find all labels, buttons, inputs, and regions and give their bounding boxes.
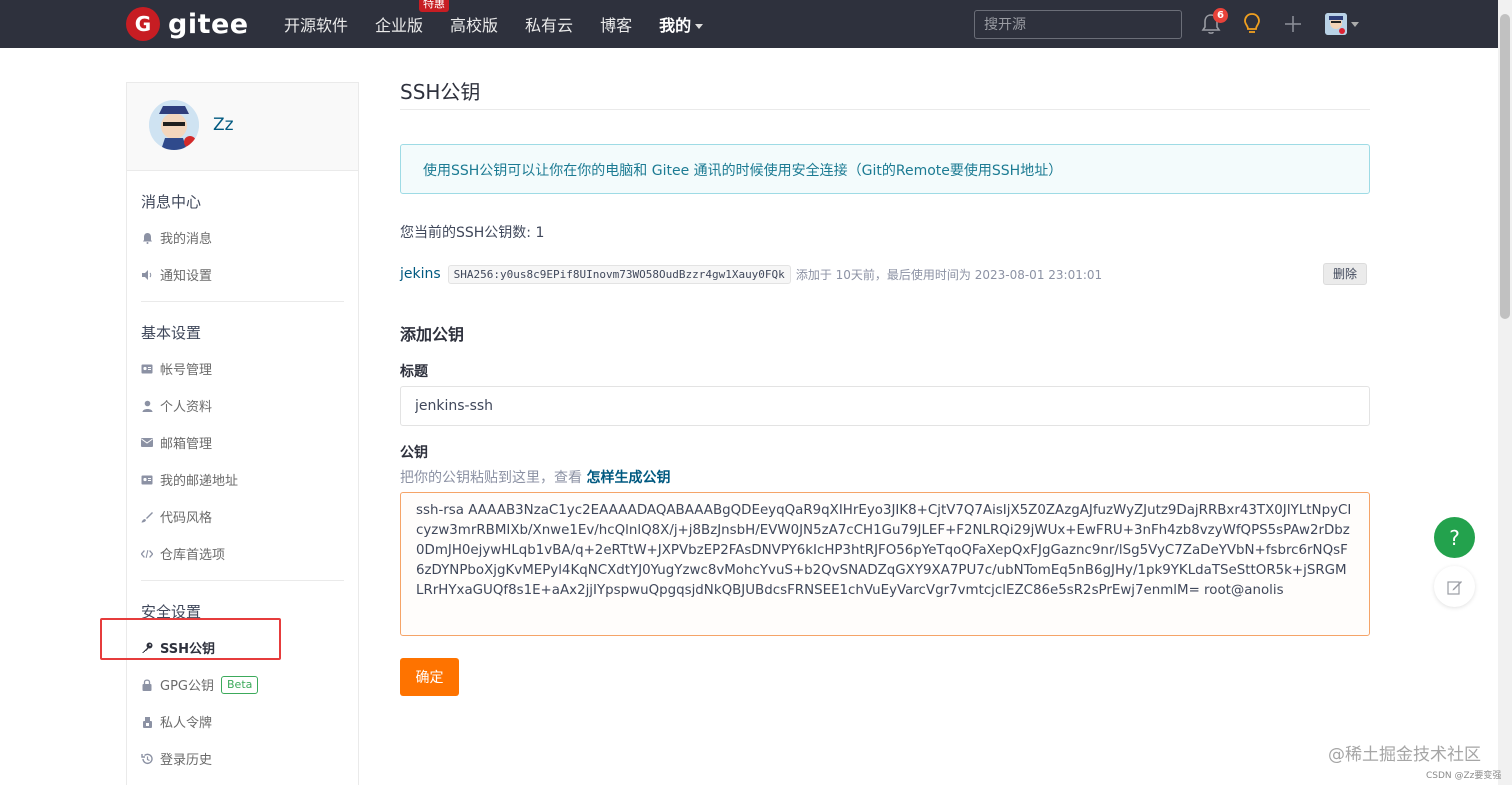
ssh-key-count: 您当前的SSH公钥数: 1 [400, 225, 545, 241]
watermark: @稀土掘金技术社区 [1328, 745, 1481, 765]
sidebar-item-gpg-keys[interactable]: GPG公钥 Beta [141, 666, 344, 703]
ssh-key-fingerprint: SHA256:y0us8c9EPif8UInovm73WO58OudBzzr4g… [447, 264, 791, 284]
token-icon [141, 716, 153, 728]
page-scrollbar[interactable] [1498, 0, 1512, 785]
ssh-key-meta: 添加于 10天前，最后使用时间为 2023-08-01 23:01:01 [795, 267, 1103, 282]
nav-education[interactable]: 高校版 [450, 12, 498, 36]
sidebar-item-repo-preferences[interactable]: 仓库首选项 [141, 535, 344, 572]
sidebar-item-label: 仓库首选项 [160, 548, 226, 563]
sidebar-item-code-style[interactable]: 代码风格 [141, 498, 344, 535]
nav-enterprise-label: 企业版 [375, 16, 424, 35]
sidebar-group-basic: 基本设置 帐号管理 个人资料 邮箱管理 我的邮递地址 代码风格 仓库首选项 [127, 302, 358, 581]
how-to-generate-link[interactable]: 怎样生成公钥 [586, 470, 670, 486]
public-key-textarea[interactable]: ssh-rsa AAAAB3NzaC1yc2EAAAADAQABAAABgQDE… [400, 492, 1370, 636]
sidebar-item-account[interactable]: 帐号管理 [141, 350, 344, 387]
nav-mine-label: 我的 [659, 16, 692, 35]
sidebar-item-label: 私人令牌 [160, 716, 213, 731]
gitee-logo-icon: G [126, 7, 160, 41]
nav-blog[interactable]: 博客 [600, 12, 632, 36]
avatar[interactable] [149, 100, 199, 150]
sidebar-item-label: 个人资料 [160, 400, 213, 415]
sidebar-group-title: 消息中心 [141, 193, 202, 211]
ssh-key-row: jekins SHA256:y0us8c9EPif8UInovm73WO58Ou… [400, 263, 1370, 285]
sidebar-group-messages: 消息中心 我的消息 通知设置 [127, 171, 358, 302]
ssh-key-name[interactable]: jekins [400, 266, 441, 282]
page-title: SSH公钥 [400, 76, 1370, 110]
main-nav: 开源软件 企业版 特惠 高校版 私有云 博客 我的 [284, 0, 730, 48]
sidebar-item-email[interactable]: 邮箱管理 [141, 424, 344, 461]
nav-mine[interactable]: 我的 [659, 12, 704, 36]
volume-icon [141, 269, 153, 281]
sidebar-item-label: 我的邮递地址 [160, 474, 239, 489]
profile-card: Zz [127, 83, 358, 171]
chevron-down-icon [695, 24, 704, 29]
gitee-logo-text: gitee [168, 8, 249, 40]
beta-badge: Beta [221, 675, 259, 694]
user-icon [141, 400, 153, 412]
address-card-icon [141, 474, 153, 486]
nav-private-cloud[interactable]: 私有云 [525, 12, 573, 36]
sidebar-item-label: 登录历史 [160, 753, 213, 768]
envelope-icon [141, 437, 153, 449]
lightbulb-icon[interactable] [1242, 12, 1262, 36]
sidebar-item-notification-settings[interactable]: 通知设置 [141, 256, 344, 293]
delete-key-button[interactable]: 删除 [1322, 263, 1367, 285]
brush-icon [141, 511, 153, 523]
title-label: 标题 [400, 364, 428, 380]
sidebar-group-security: 安全设置 SSH公钥 GPG公钥 Beta 私人令牌 登录历史 [127, 581, 358, 777]
plus-icon[interactable] [1283, 14, 1303, 34]
promo-badge: 特惠 [419, 0, 450, 12]
edit-icon [1446, 580, 1462, 595]
gitee-logo[interactable]: G gitee [126, 6, 249, 42]
sidebar-item-address[interactable]: 我的邮递地址 [141, 461, 344, 498]
sidebar-item-label: 邮箱管理 [160, 437, 213, 452]
info-alert: 使用SSH公钥可以让你在你的电脑和 Gitee 通讯的时候使用安全连接（Git的… [400, 144, 1370, 194]
sidebar-item-login-history[interactable]: 登录历史 [141, 740, 344, 777]
key-hint-text: 把你的公钥粘贴到这里，查看 [400, 470, 587, 486]
sidebar-item-label: 我的消息 [160, 232, 213, 247]
lock-icon [141, 678, 153, 691]
main-content: SSH公钥 使用SSH公钥可以让你在你的电脑和 Gitee 通讯的时候使用安全连… [400, 76, 1370, 696]
annotation-highlight-box [100, 618, 281, 660]
sidebar-item-my-messages[interactable]: 我的消息 [141, 219, 344, 256]
nav-enterprise[interactable]: 企业版 特惠 [375, 0, 450, 36]
sidebar-item-label: 通知设置 [160, 269, 213, 284]
profile-username[interactable]: Zz [213, 115, 234, 135]
key-label: 公钥 [400, 445, 428, 461]
submit-button[interactable]: 确定 [400, 658, 459, 696]
watermark-small: CSDN @Zz要变强 [1426, 771, 1502, 781]
user-avatar-small[interactable] [1325, 13, 1347, 35]
sidebar-item-label: 代码风格 [160, 511, 213, 526]
history-icon [141, 753, 153, 765]
help-button[interactable]: ? [1434, 517, 1475, 558]
add-key-heading: 添加公钥 [400, 325, 465, 344]
settings-sidebar: Zz 消息中心 我的消息 通知设置 基本设置 帐号管理 个人资料 邮箱管理 我的 [126, 82, 359, 785]
feedback-button[interactable] [1434, 566, 1475, 607]
sidebar-group-title: 基本设置 [141, 324, 202, 342]
sidebar-item-tokens[interactable]: 私人令牌 [141, 703, 344, 740]
key-title-input[interactable] [400, 386, 1370, 426]
scrollbar-thumb[interactable] [1500, 14, 1510, 319]
sidebar-item-label: 帐号管理 [160, 363, 213, 378]
search-input[interactable] [974, 10, 1182, 39]
id-card-icon [141, 363, 153, 375]
top-navbar: G gitee 开源软件 企业版 特惠 高校版 私有云 博客 我的 6 [0, 0, 1512, 48]
code-icon [141, 548, 153, 560]
nav-open-source[interactable]: 开源软件 [284, 12, 348, 36]
bell-icon [141, 232, 153, 244]
sidebar-item-profile[interactable]: 个人资料 [141, 387, 344, 424]
chevron-down-icon[interactable] [1351, 22, 1359, 27]
notification-count-badge: 6 [1213, 8, 1228, 23]
key-hint: 把你的公钥粘贴到这里，查看 怎样生成公钥 [400, 467, 1370, 487]
sidebar-item-label: GPG公钥 [160, 679, 214, 694]
